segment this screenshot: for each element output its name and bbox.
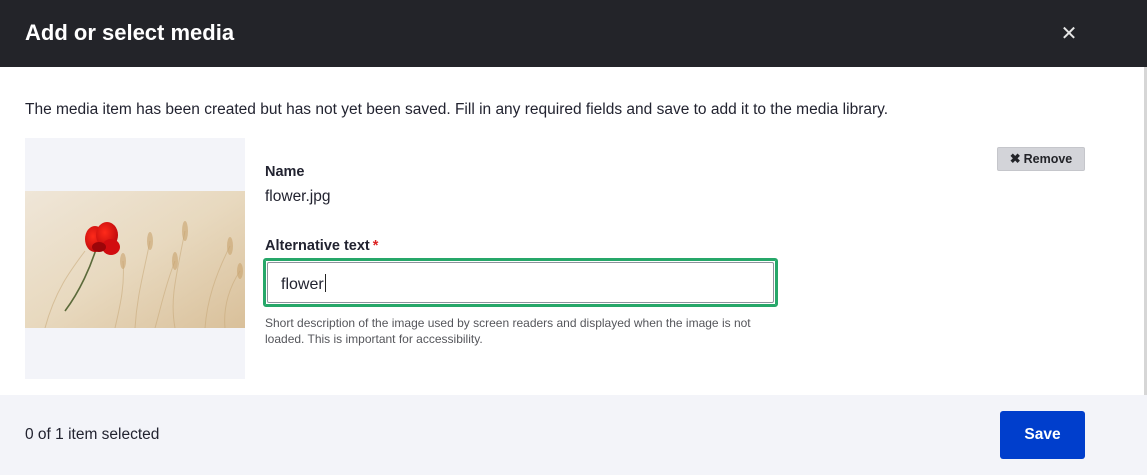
- alt-text-label: Alternative text *: [265, 238, 378, 254]
- dialog-titlebar: Add or select media ✕: [0, 0, 1147, 67]
- alt-text-label-text: Alternative text: [265, 238, 370, 254]
- status-message: The media item has been created but has …: [25, 101, 889, 118]
- required-marker: *: [372, 238, 379, 254]
- image-preview: [25, 138, 245, 379]
- remove-label: Remove: [1023, 152, 1073, 166]
- alt-text-value[interactable]: flower: [281, 274, 326, 294]
- dialog-title: Add or select media: [25, 20, 235, 45]
- alt-text-value-text: flower: [281, 276, 324, 293]
- alt-text-input[interactable]: flower: [263, 258, 778, 307]
- remove-button[interactable]: ✖ Remove: [997, 147, 1085, 171]
- media-dialog: Add or select media ✕ The media item has…: [0, 0, 1147, 475]
- selection-status: 0 of 1 item selected: [25, 426, 160, 443]
- save-button[interactable]: Save: [1000, 411, 1085, 459]
- remove-icon: ✖: [1009, 151, 1021, 166]
- name-label: Name: [265, 164, 305, 180]
- alt-text-input-border: [267, 262, 774, 303]
- alt-text-help: Short description of the image used by s…: [265, 316, 751, 346]
- dialog-footer: 0 of 1 item selected Save: [0, 395, 1147, 475]
- file-name: flower.jpg: [265, 188, 331, 205]
- text-caret: [324, 274, 326, 292]
- image-thumbnail: [25, 191, 245, 328]
- close-icon[interactable]: ✕: [1057, 22, 1081, 46]
